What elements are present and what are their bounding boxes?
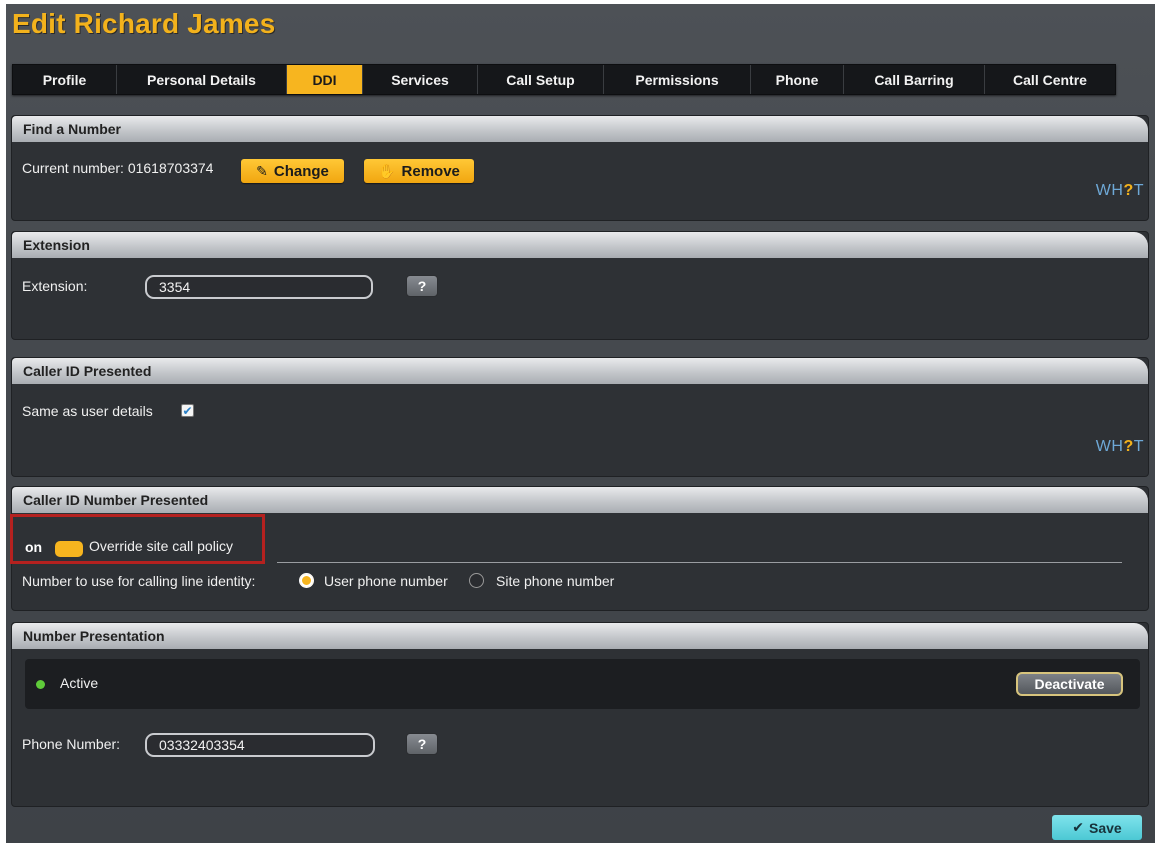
phone-number-input[interactable]: 03332403354 <box>145 733 375 757</box>
status-bar: Active Deactivate <box>25 659 1140 709</box>
panel-heading: Number Presentation <box>12 623 1148 649</box>
number-presentation-panel: Number Presentation Active Deactivate Ph… <box>11 622 1149 807</box>
panel-heading: Find a Number <box>12 116 1148 142</box>
status-dot-icon <box>36 680 45 689</box>
tab-services[interactable]: Services <box>363 65 478 94</box>
tab-phone[interactable]: Phone <box>751 65 844 94</box>
caller-id-panel: Caller ID Presented Same as user details… <box>11 357 1149 477</box>
extension-panel: Extension Extension: 3354 ? <box>11 231 1149 340</box>
user-phone-radio[interactable] <box>299 573 314 588</box>
site-phone-radio[interactable] <box>469 573 484 588</box>
hand-icon: ✋ <box>378 162 396 179</box>
save-button[interactable]: ✔ Save <box>1052 815 1142 840</box>
what-help-link[interactable]: WH?T <box>1096 182 1144 200</box>
current-number-label: Current number: 01618703374 <box>22 160 214 176</box>
divider <box>277 562 1122 563</box>
tab-personal-details[interactable]: Personal Details <box>117 65 287 94</box>
tab-bar: Profile Personal Details DDI Services Ca… <box>12 64 1116 95</box>
phone-help-button[interactable]: ? <box>406 733 438 755</box>
same-as-user-checkbox[interactable]: ✔ <box>181 404 194 417</box>
panel-heading: Caller ID Presented <box>12 358 1148 384</box>
user-phone-option[interactable]: User phone number <box>324 573 448 589</box>
page-title: Edit Richard James <box>12 8 276 39</box>
what-help-link[interactable]: WH?T <box>1096 438 1144 456</box>
tab-permissions[interactable]: Permissions <box>604 65 751 94</box>
highlight-box <box>10 514 265 564</box>
panel-heading: Extension <box>12 232 1148 258</box>
panel-heading: Caller ID Number Presented <box>12 487 1148 513</box>
site-phone-option[interactable]: Site phone number <box>496 573 614 589</box>
check-icon: ✔ <box>1072 819 1085 835</box>
tab-profile[interactable]: Profile <box>13 65 117 94</box>
tab-call-centre[interactable]: Call Centre <box>985 65 1115 94</box>
tab-call-barring[interactable]: Call Barring <box>844 65 985 94</box>
cli-label: Number to use for calling line identity: <box>22 573 256 589</box>
pencil-icon: ✎ <box>256 162 268 179</box>
extension-label: Extension: <box>22 278 88 294</box>
tab-ddi[interactable]: DDI <box>287 65 363 94</box>
find-number-panel: Find a Number Current number: 0161870337… <box>11 115 1149 221</box>
tab-call-setup[interactable]: Call Setup <box>478 65 604 94</box>
remove-button[interactable]: ✋ Remove <box>364 159 474 183</box>
deactivate-button[interactable]: Deactivate <box>1016 672 1123 696</box>
phone-number-label: Phone Number: <box>22 736 121 752</box>
change-button[interactable]: ✎ Change <box>241 159 344 183</box>
same-as-user-label: Same as user details <box>22 403 153 419</box>
extension-input[interactable]: 3354 <box>145 275 373 299</box>
extension-help-button[interactable]: ? <box>406 275 438 297</box>
status-label: Active <box>60 675 99 691</box>
